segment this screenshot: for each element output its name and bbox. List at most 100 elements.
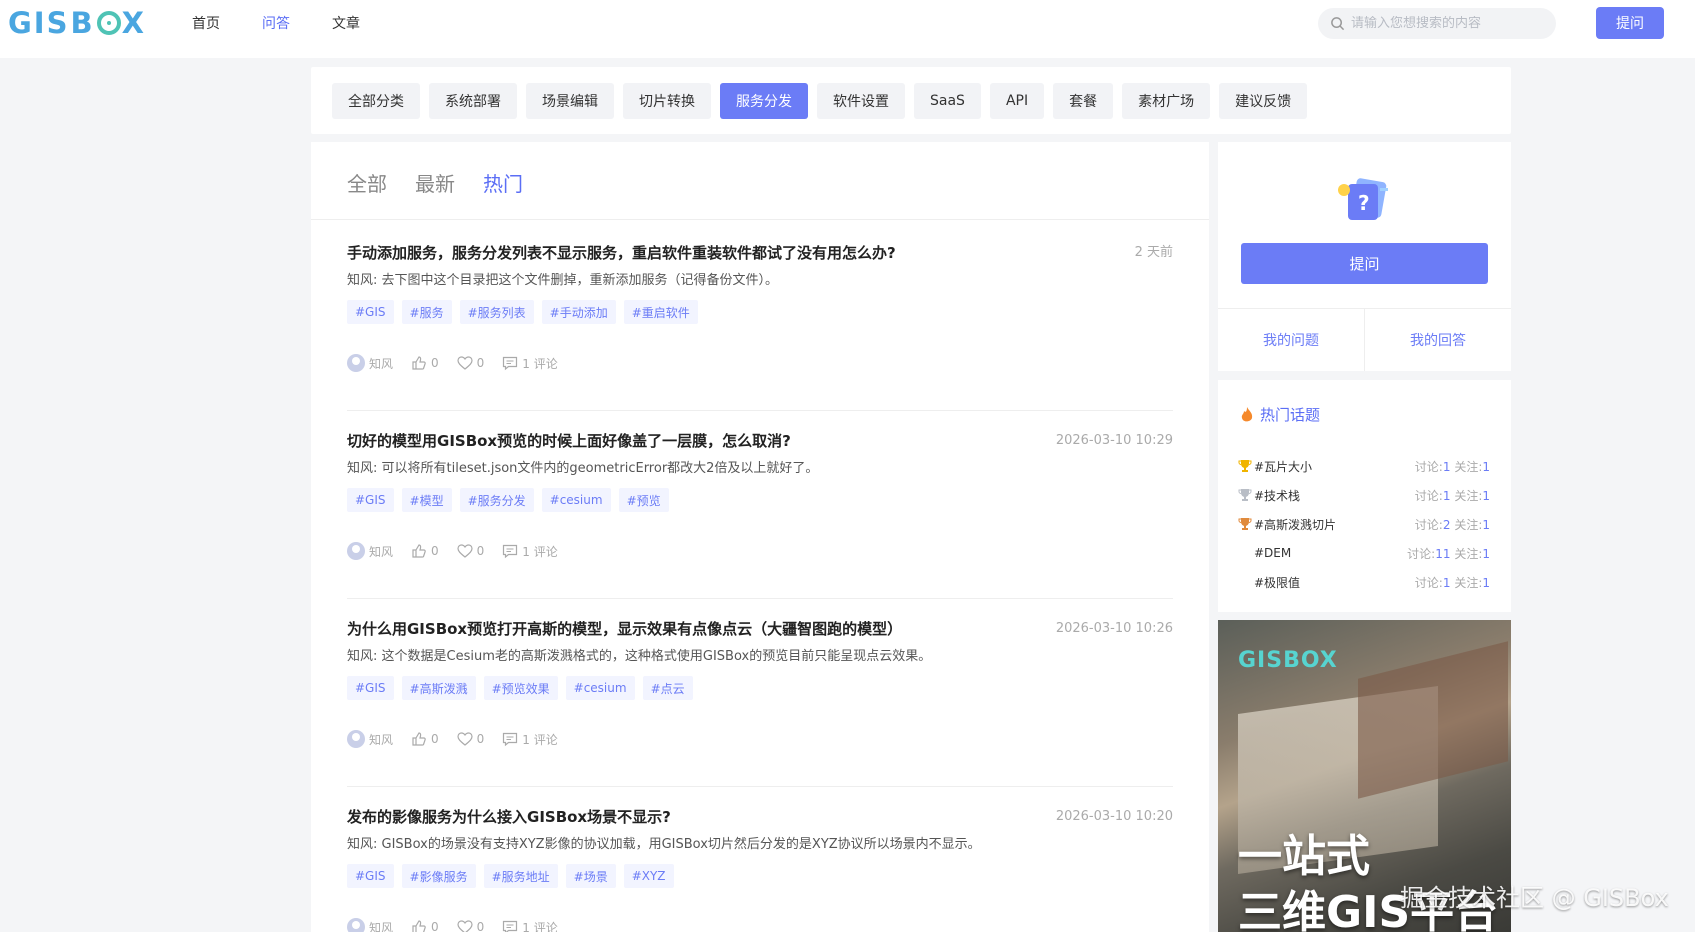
hot-topic-row[interactable]: #瓦片大小 讨论:1 关注:1 [1238, 458, 1490, 474]
category-item[interactable]: 建议反馈 [1219, 83, 1308, 119]
tag[interactable]: #重启软件 [623, 300, 698, 324]
category-item[interactable]: 服务分发 [720, 83, 808, 119]
question-time: 2026-03-10 10:26 [1055, 621, 1173, 636]
divider [347, 598, 1173, 599]
comment-button[interactable]: 1 评论 [502, 355, 558, 372]
question-title[interactable]: 为什么用GISBox预览打开高斯的模型，显示效果有点像点云（大疆智图跑的模型） [347, 618, 1173, 640]
comment-icon [502, 919, 518, 932]
category-item[interactable]: 场景编辑 [526, 83, 614, 119]
category-item[interactable]: 切片转换 [623, 83, 711, 119]
hot-topic-name[interactable]: #DEM [1254, 546, 1407, 560]
top-navbar: GISBX 首页 问答 文章 提问 [0, 0, 1695, 58]
category-item[interactable]: 套餐 [1053, 83, 1114, 119]
nav-qa[interactable]: 问答 [262, 14, 290, 34]
tag[interactable]: #预览 [618, 488, 669, 512]
tab-all[interactable]: 全部 [347, 168, 387, 197]
answer-preview[interactable]: 知风: 这个数据是Cesium老的高斯泼溅格式的，这种格式使用GISBox的预览… [347, 648, 1173, 666]
tag[interactable]: #GIS [347, 864, 394, 888]
favorite-button[interactable]: 0 [457, 919, 484, 932]
thumbs-up-icon [411, 543, 427, 559]
tab-hot[interactable]: 热门 [483, 168, 523, 197]
author[interactable]: 知风 [347, 354, 393, 372]
question-item[interactable]: 切好的模型用GISBox预览的时候上面好像盖了一层膜，怎么取消? 2026-03-… [347, 430, 1173, 560]
search-box[interactable] [1318, 8, 1556, 39]
tag-list: #GIS #服务 #服务列表 #手动添加 #重启软件 [347, 300, 1173, 324]
question-item[interactable]: 手动添加服务，服务分发列表不显示服务，重启软件重装软件都试了没有用怎么办? 2 天… [347, 242, 1173, 372]
answer-preview[interactable]: 知风: GISBox的场景没有支持XYZ影像的协议加载，用GISBox切片然后分… [347, 836, 1173, 854]
hot-topic-row[interactable]: #技术栈 讨论:1 关注:1 [1238, 487, 1490, 503]
tag[interactable]: #服务列表 [459, 300, 534, 324]
tag[interactable]: #影像服务 [401, 864, 476, 888]
question-title[interactable]: 切好的模型用GISBox预览的时候上面好像盖了一层膜，怎么取消? [347, 430, 1173, 452]
comment-button[interactable]: 1 评论 [502, 919, 558, 932]
tag[interactable]: #模型 [401, 488, 452, 512]
comment-button[interactable]: 1 评论 [502, 731, 558, 748]
hot-topic-name[interactable]: #技术栈 [1254, 487, 1415, 504]
my-answers-link[interactable]: 我的回答 [1365, 309, 1511, 371]
answer-preview[interactable]: 知风: 可以将所有tileset.json文件内的geometricError都… [347, 460, 1173, 478]
tag[interactable]: #GIS [347, 676, 394, 700]
hot-topics-card: 热门话题 #瓦片大小 讨论:1 关注:1 #技术栈 讨论:1 关注:1 #高斯泼溅切片讨… [1218, 380, 1511, 612]
nav-articles[interactable]: 文章 [332, 14, 360, 34]
answer-preview[interactable]: 知风: 去下图中这个目录把这个文件删掉，重新添加服务（记得备份文件）。 [347, 272, 1173, 290]
my-links: 我的问题 我的回答 [1218, 309, 1511, 371]
trophy-icon [1238, 489, 1252, 501]
favorite-button[interactable]: 0 [457, 543, 484, 559]
category-item[interactable]: 素材广场 [1122, 83, 1211, 119]
tag[interactable]: #预览效果 [483, 676, 558, 700]
category-item[interactable]: 软件设置 [817, 83, 905, 119]
hot-topic-name[interactable]: #极限值 [1254, 574, 1415, 591]
tab-latest[interactable]: 最新 [415, 168, 455, 197]
my-questions-link[interactable]: 我的问题 [1218, 309, 1365, 371]
question-item[interactable]: 发布的影像服务为什么接入GISBox场景不显示? 2026-03-10 10:20… [347, 806, 1173, 932]
tag[interactable]: #GIS [347, 300, 394, 324]
nav-home[interactable]: 首页 [192, 14, 220, 34]
category-item[interactable]: 系统部署 [429, 83, 517, 119]
tag[interactable]: #高斯泼溅 [401, 676, 476, 700]
like-button[interactable]: 0 [411, 731, 439, 747]
heart-icon [457, 919, 473, 932]
tag[interactable]: #点云 [642, 676, 693, 700]
question-time: 2026-03-10 10:20 [1055, 809, 1173, 824]
tag[interactable]: #GIS [347, 488, 394, 512]
author[interactable]: 知风 [347, 730, 393, 748]
author[interactable]: 知风 [347, 918, 393, 932]
hot-topic-name[interactable]: #高斯泼溅切片 [1254, 516, 1415, 533]
like-button[interactable]: 0 [411, 919, 439, 932]
hot-topic-row[interactable]: #极限值 讨论:1 关注:1 [1238, 574, 1490, 590]
hot-topic-stats: 讨论:1 关注:1 [1414, 575, 1490, 590]
sidebar-ask-button[interactable]: 提问 [1241, 243, 1488, 284]
search-input[interactable] [1351, 16, 1541, 31]
tag[interactable]: #服务 [401, 300, 452, 324]
tag[interactable]: #手动添加 [541, 300, 616, 324]
category-item[interactable]: 全部分类 [332, 83, 420, 119]
ask-question-button[interactable]: 提问 [1596, 7, 1664, 39]
hot-topic-name[interactable]: #瓦片大小 [1254, 458, 1415, 475]
author[interactable]: 知风 [347, 542, 393, 560]
search-icon [1331, 17, 1345, 31]
category-item[interactable]: API [989, 83, 1045, 119]
hot-topic-row[interactable]: #DEM 讨论:11 关注:1 [1238, 545, 1490, 561]
tag[interactable]: #场景 [565, 864, 616, 888]
like-button[interactable]: 0 [411, 355, 439, 371]
question-item[interactable]: 为什么用GISBox预览打开高斯的模型，显示效果有点像点云（大疆智图跑的模型） 2… [347, 618, 1173, 748]
category-item[interactable]: SaaS [914, 83, 981, 119]
favorite-button[interactable]: 0 [457, 731, 484, 747]
tag[interactable]: #服务分发 [459, 488, 534, 512]
question-meta: 知风 0 0 1 评论 [347, 354, 1173, 372]
favorite-button[interactable]: 0 [457, 355, 484, 371]
comment-button[interactable]: 1 评论 [502, 543, 558, 560]
tag[interactable]: #cesium [565, 676, 635, 700]
hot-topic-stats: 讨论:1 关注:1 [1414, 488, 1490, 503]
tag[interactable]: #cesium [541, 488, 611, 512]
question-title[interactable]: 发布的影像服务为什么接入GISBox场景不显示? [347, 806, 1173, 828]
question-title[interactable]: 手动添加服务，服务分发列表不显示服务，重启软件重装软件都试了没有用怎么办? [347, 242, 1173, 264]
comment-icon [502, 731, 518, 747]
hot-topic-row[interactable]: #高斯泼溅切片 讨论:2 关注:1 [1238, 516, 1490, 532]
gisbox-logo[interactable]: GIS B X [8, 6, 146, 40]
tag[interactable]: #XYZ [623, 864, 674, 888]
divider [347, 786, 1173, 787]
like-button[interactable]: 0 [411, 543, 439, 559]
question-list-panel: 全部 最新 热门 手动添加服务，服务分发列表不显示服务，重启软件重装软件都试了没… [311, 142, 1209, 932]
tag[interactable]: #服务地址 [483, 864, 558, 888]
